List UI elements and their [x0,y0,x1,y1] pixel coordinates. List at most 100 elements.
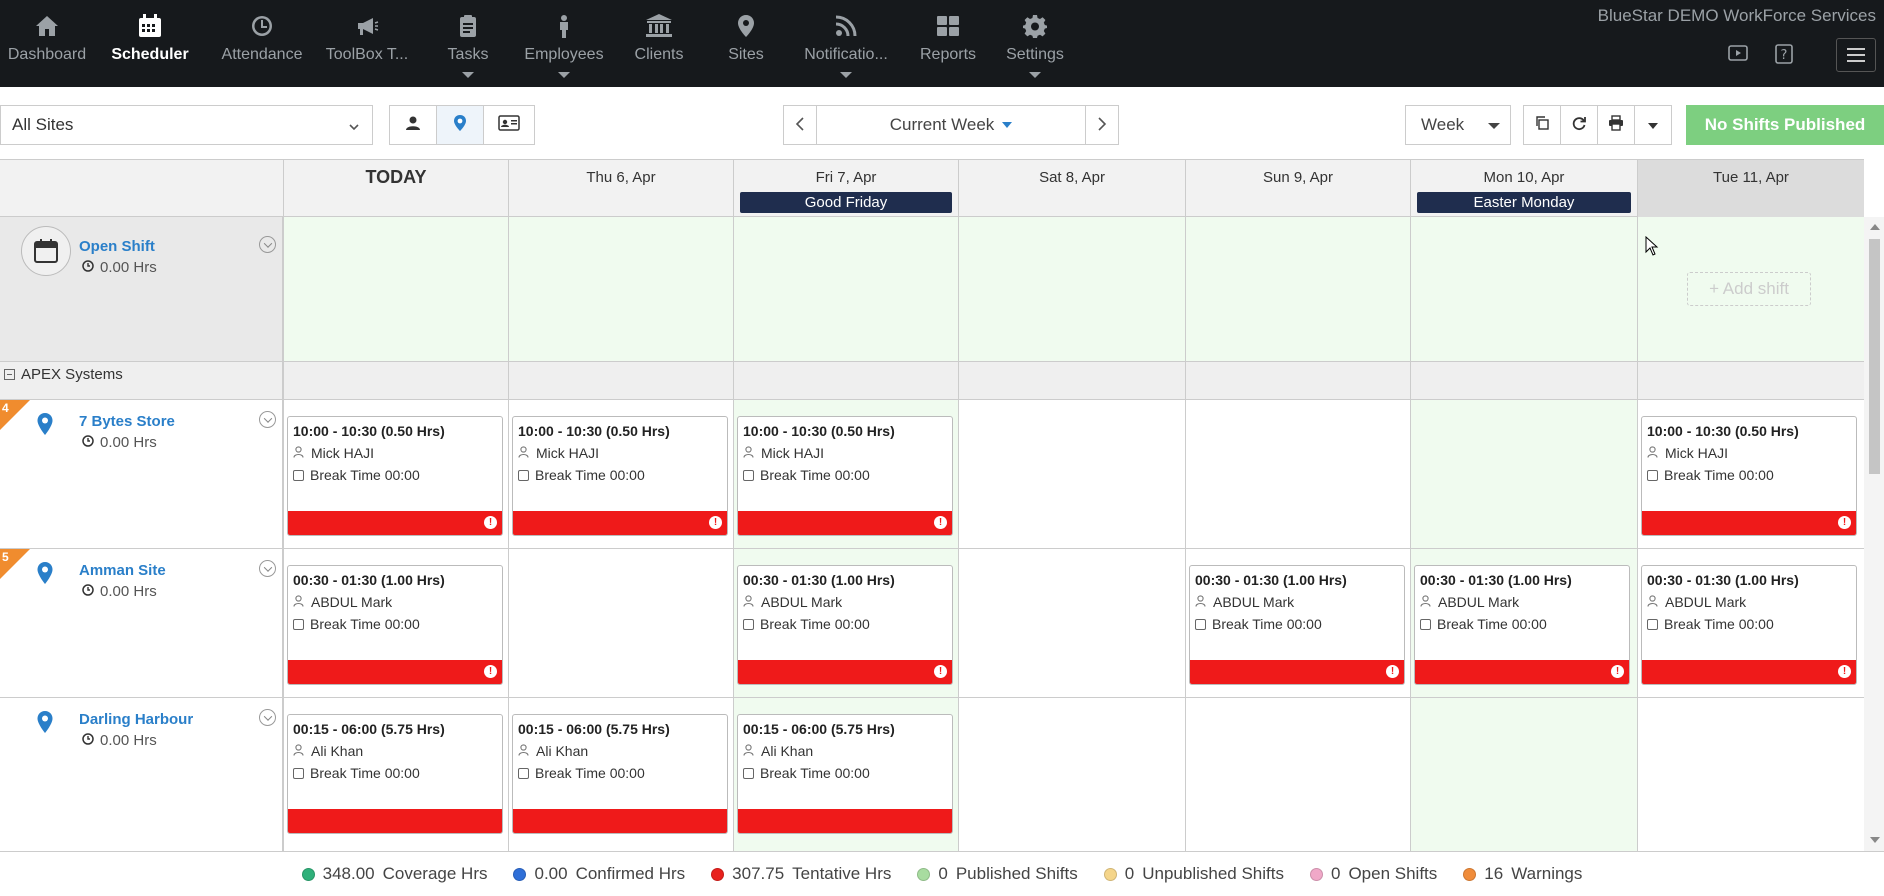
break-checkbox[interactable] [1195,618,1206,630]
break-checkbox[interactable] [743,767,754,779]
next-week-button[interactable] [1085,105,1119,145]
calendar-icon [136,12,164,40]
open-shift-name[interactable]: Open Shift [79,238,155,255]
break-checkbox[interactable] [743,469,754,481]
site-name[interactable]: Amman Site [79,562,166,579]
scroll-up-arrow[interactable] [1870,224,1880,230]
user-icon [518,743,529,759]
help-icon[interactable]: ? [1775,44,1793,68]
site-filter-select[interactable]: All Sites [0,105,373,145]
break-checkbox[interactable] [743,618,754,630]
site-expand-toggle[interactable] [259,411,276,428]
site-hours: 0.00 Hrs [82,583,157,600]
day-cell[interactable] [1185,698,1410,851]
warning-icon[interactable]: ! [484,665,497,678]
video-help-icon[interactable] [1728,44,1748,66]
day-cell[interactable] [1410,698,1637,851]
day-cell[interactable] [958,698,1185,851]
shift-employee: Ali Khan [743,743,813,759]
shift-break: Break Time 00:00 [293,765,420,781]
day-cell[interactable] [1185,400,1410,548]
warning-icon[interactable]: ! [1838,516,1851,529]
more-options-button[interactable] [1634,105,1672,145]
legend-dot-icon [1309,867,1323,881]
nav-item-reports[interactable]: Reports [912,0,984,87]
collapse-icon[interactable] [4,369,15,380]
employee-view-button[interactable] [389,105,437,145]
nav-item-sites[interactable]: Sites [720,0,772,87]
legend-value: 0.00 [534,864,568,883]
break-checkbox[interactable] [293,767,304,779]
site-expand-toggle[interactable] [259,560,276,577]
week-selector[interactable]: Current Week [817,105,1085,145]
print-button[interactable] [1597,105,1635,145]
day-cell[interactable] [508,217,733,361]
shift-employee: Ali Khan [518,743,588,759]
nav-item-notificatio[interactable]: Notificatio... [796,0,896,87]
day-cell[interactable] [1637,698,1864,851]
break-checkbox[interactable] [1420,618,1431,630]
nav-item-clients[interactable]: Clients [626,0,692,87]
day-cell[interactable] [733,217,958,361]
day-cell[interactable] [1410,400,1637,548]
break-checkbox[interactable] [1647,618,1658,630]
scroll-thumb[interactable] [1869,239,1880,474]
shift-card[interactable]: 00:30 - 01:30 (1.00 Hrs) ABDUL Mark Break … [287,565,503,685]
shift-card[interactable]: 10:00 - 10:30 (0.50 Hrs) Mick HAJI Break T… [512,416,728,536]
shift-card[interactable]: 10:00 - 10:30 (0.50 Hrs) Mick HAJI Break T… [737,416,953,536]
nav-item-settings[interactable]: Settings [1002,0,1068,87]
employee-name: Mick HAJI [1665,445,1728,461]
break-checkbox[interactable] [518,469,529,481]
shift-card[interactable]: 10:00 - 10:30 (0.50 Hrs) Mick HAJI Break T… [1641,416,1857,536]
warning-icon[interactable]: ! [934,516,947,529]
day-cell[interactable] [1185,217,1410,361]
nav-item-toolbox-t[interactable]: ToolBox T... [320,0,414,87]
day-cell[interactable] [958,549,1185,697]
previous-week-button[interactable] [783,105,817,145]
shift-card[interactable]: 10:00 - 10:30 (0.50 Hrs) Mick HAJI Break T… [287,416,503,536]
day-cell[interactable] [508,549,733,697]
warning-icon[interactable]: ! [1838,665,1851,678]
nav-item-employees[interactable]: Employees [520,0,608,87]
shift-card[interactable]: 00:30 - 01:30 (1.00 Hrs) ABDUL Mark Break … [737,565,953,685]
scroll-down-arrow[interactable] [1870,837,1880,843]
shift-card[interactable]: 00:30 - 01:30 (1.00 Hrs) ABDUL Mark Break … [1641,565,1857,685]
card-view-button[interactable] [483,105,535,145]
site-name[interactable]: Darling Harbour [79,711,193,728]
open-shift-expand-toggle[interactable] [259,236,276,253]
shift-card[interactable]: 00:30 - 01:30 (1.00 Hrs) ABDUL Mark Break … [1189,565,1405,685]
add-shift-button[interactable]: + Add shift [1687,272,1811,306]
open-shift-row: Open Shift 0.00 Hrs + Add shift [0,217,1864,362]
range-select[interactable]: Week [1405,105,1511,145]
site-name[interactable]: 7 Bytes Store [79,413,175,430]
publish-status-button[interactable]: No Shifts Published [1686,105,1884,145]
break-checkbox[interactable] [1647,469,1658,481]
site-view-button[interactable] [436,105,484,145]
warning-icon[interactable]: ! [484,516,497,529]
day-cell[interactable] [958,400,1185,548]
vertical-scrollbar[interactable] [1864,217,1884,851]
nav-item-tasks[interactable]: Tasks [442,0,494,87]
day-cell[interactable] [283,217,508,361]
nav-item-attendance[interactable]: Attendance [212,0,312,87]
nav-item-scheduler[interactable]: Scheduler [104,0,196,87]
site-expand-toggle[interactable] [259,709,276,726]
shift-card[interactable]: 00:15 - 06:00 (5.75 Hrs) Ali Khan Break Ti… [512,714,728,834]
day-cell[interactable] [958,217,1185,361]
warning-icon[interactable]: ! [709,516,722,529]
copy-button[interactable] [1523,105,1561,145]
calendar-icon [21,226,71,276]
warning-icon[interactable]: ! [1611,665,1624,678]
nav-item-dashboard[interactable]: Dashboard [0,0,94,87]
break-checkbox[interactable] [518,767,529,779]
break-checkbox[interactable] [293,469,304,481]
shift-card[interactable]: 00:15 - 06:00 (5.75 Hrs) Ali Khan Break Ti… [287,714,503,834]
shift-card[interactable]: 00:30 - 01:30 (1.00 Hrs) ABDUL Mark Break … [1414,565,1630,685]
break-checkbox[interactable] [293,618,304,630]
warning-icon[interactable]: ! [1386,665,1399,678]
shift-card[interactable]: 00:15 - 06:00 (5.75 Hrs) Ali Khan Break Ti… [737,714,953,834]
menu-button[interactable] [1836,38,1876,72]
warning-icon[interactable]: ! [934,665,947,678]
refresh-button[interactable] [1560,105,1598,145]
day-cell[interactable] [1410,217,1637,361]
